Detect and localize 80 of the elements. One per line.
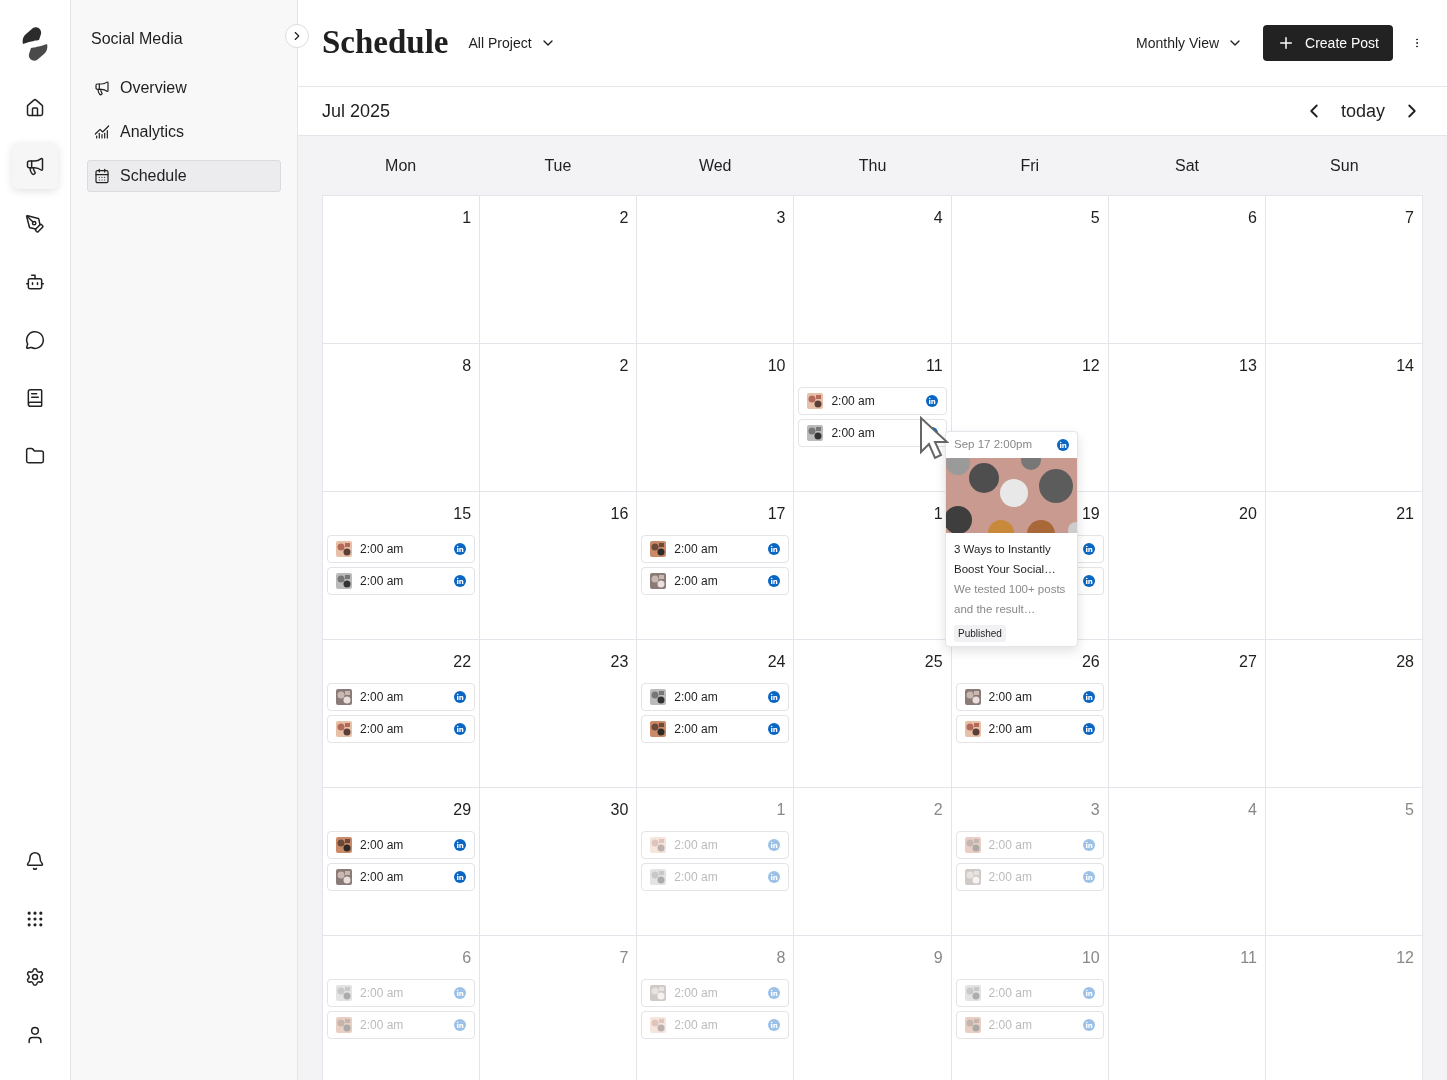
day-number: 16 <box>610 504 629 524</box>
post-time: 2:00 am <box>360 1017 404 1034</box>
status-badge: Published <box>954 625 1006 642</box>
post-time: 2:00 am <box>988 721 1032 738</box>
month-label: Jul 2025 <box>322 99 391 123</box>
post-time: 2:00 am <box>674 721 718 738</box>
day-number: 22 <box>453 652 472 672</box>
day-number: 9 <box>933 948 943 968</box>
day-number: 20 <box>1239 504 1257 524</box>
day-number: 8 <box>462 356 472 376</box>
day-number: 1 <box>776 800 786 820</box>
day-number: 3 <box>1090 800 1100 820</box>
day-number: 23 <box>610 652 629 672</box>
day-number: 2 <box>933 800 943 820</box>
post-time: 2:00 am <box>988 689 1032 706</box>
weekday-header: Thu <box>858 155 887 176</box>
post-time: 2:00 am <box>360 985 404 1002</box>
day-number: 15 <box>453 504 472 524</box>
day-number: 10 <box>767 356 786 376</box>
day-number: 10 <box>1081 948 1100 968</box>
day-number: 7 <box>1405 208 1414 228</box>
post-title: 3 Ways to Instantly Boost Your Social… <box>954 542 1057 577</box>
post-excerpt: We tested 100+ posts and the result… <box>954 582 1067 617</box>
post-time: 2:00 am <box>360 869 404 886</box>
day-number: 25 <box>924 652 943 672</box>
day-number: 14 <box>1396 356 1414 376</box>
post-time: 2:00 am <box>988 837 1032 854</box>
post-date: Sep 17 2:00pm <box>954 437 1032 453</box>
day-number: 26 <box>1081 652 1100 672</box>
day-number: 3 <box>776 208 786 228</box>
day-number: 21 <box>1396 504 1414 524</box>
post-time: 2:00 am <box>674 573 718 590</box>
day-number: 27 <box>1239 652 1257 672</box>
post-time: 2:00 am <box>674 1017 718 1034</box>
post-time: 2:00 am <box>360 689 404 706</box>
weekday-header: Mon <box>385 155 417 176</box>
weekday-header: Tue <box>544 155 572 176</box>
weekday-header: Wed <box>698 155 732 176</box>
day-number: 5 <box>1090 208 1100 228</box>
day-number: 11 <box>925 356 943 376</box>
post-time: 2:00 am <box>360 541 404 558</box>
day-number: 11 <box>1240 948 1257 968</box>
day-number: 30 <box>610 800 629 820</box>
day-number: 17 <box>767 504 786 524</box>
day-number: 6 <box>462 948 472 968</box>
day-number: 12 <box>1396 948 1414 968</box>
weekday-header: Sun <box>1330 155 1359 176</box>
weekday-header: Sat <box>1175 155 1200 176</box>
day-number: 13 <box>1239 356 1257 376</box>
post-time: 2:00 am <box>360 837 404 854</box>
post-time: 2:00 am <box>674 541 718 558</box>
weekday-header: Fri <box>1020 155 1040 176</box>
post-time: 2:00 am <box>360 573 404 590</box>
post-time: 2:00 am <box>988 985 1032 1002</box>
day-number: 28 <box>1396 652 1414 672</box>
post-time: 2:00 am <box>674 985 718 1002</box>
post-time: 2:00 am <box>831 393 875 410</box>
day-number: 4 <box>933 208 943 228</box>
day-number: 6 <box>1247 208 1257 228</box>
day-number: 7 <box>619 948 629 968</box>
day-number: 2 <box>619 208 629 228</box>
post-time: 2:00 am <box>674 689 718 706</box>
post-time: 2:00 am <box>674 869 718 886</box>
sidebar-title: Social Media <box>91 29 183 49</box>
day-number: 4 <box>1247 800 1257 820</box>
day-number: 8 <box>776 948 786 968</box>
day-number: 29 <box>453 800 472 820</box>
page-title: Schedule <box>322 23 449 63</box>
post-time: 2:00 am <box>360 721 404 738</box>
day-number: 5 <box>1405 800 1414 820</box>
post-time: 2:00 am <box>674 837 718 854</box>
day-number: 24 <box>767 652 786 672</box>
post-time: 2:00 am <box>988 869 1032 886</box>
day-number: 1 <box>933 504 943 524</box>
day-number: 2 <box>619 356 629 376</box>
post-time: 2:00 am <box>988 1017 1032 1034</box>
day-number: 12 <box>1081 356 1100 376</box>
post-time: 2:00 am <box>831 425 875 442</box>
day-number: 19 <box>1081 504 1100 524</box>
day-number: 1 <box>462 208 472 228</box>
